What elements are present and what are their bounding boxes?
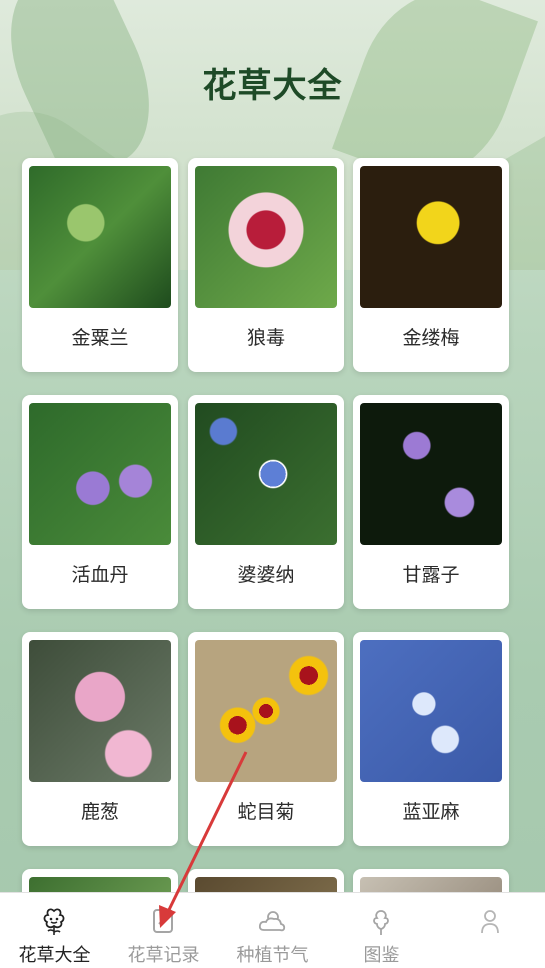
plant-card[interactable]: 金缕梅 (353, 158, 509, 372)
plant-name: 蛇目菊 (237, 801, 295, 823)
nav-tab-flower-encyclopedia[interactable]: 花草大全 (0, 893, 109, 968)
plant-name: 婆婆纳 (237, 564, 295, 586)
guide-icon (373, 910, 389, 935)
page-title: 花草大全 (202, 66, 343, 106)
profile-icon (481, 910, 499, 934)
plant-card[interactable]: 蛇目菊 (188, 632, 344, 846)
bottom-navigation: 花草大全 花草记录 种植节气 图鉴 (0, 892, 545, 968)
nav-label: 花草记录 (127, 945, 200, 966)
plant-image (29, 403, 171, 545)
plant-image (195, 640, 337, 782)
plant-name: 金缕梅 (402, 327, 460, 349)
nav-tab-profile[interactable] (436, 893, 545, 968)
plant-card[interactable]: 活血丹 (22, 395, 178, 609)
plant-card[interactable]: 狼毒 (188, 158, 344, 372)
plant-card[interactable]: 蓝亚麻 (353, 632, 509, 846)
nav-label: 花草大全 (18, 945, 91, 966)
plant-image (195, 403, 337, 545)
plant-name: 甘露子 (402, 564, 460, 586)
nav-label: 图鉴 (363, 945, 400, 966)
nav-tab-illustrated-guide[interactable]: 图鉴 (327, 893, 436, 968)
plant-name: 金粟兰 (71, 327, 129, 349)
plant-card[interactable]: 婆婆纳 (188, 395, 344, 609)
flower-icon (43, 908, 65, 935)
plant-name: 活血丹 (71, 564, 129, 586)
nav-tab-flower-records[interactable]: 花草记录 (109, 893, 218, 968)
plant-name: 蓝亚麻 (402, 801, 460, 823)
plant-card[interactable]: 金粟兰 (22, 158, 178, 372)
nav-label: 种植节气 (236, 945, 309, 966)
plant-image (360, 166, 502, 308)
plant-image (360, 403, 502, 545)
weather-icon (258, 911, 286, 932)
notebook-icon (153, 909, 173, 933)
plant-name: 狼毒 (246, 327, 285, 349)
plant-card[interactable]: 鹿葱 (22, 632, 178, 846)
nav-tab-planting-seasons[interactable]: 种植节气 (218, 893, 327, 968)
plant-image (360, 640, 502, 782)
plant-image (29, 640, 171, 782)
plant-name: 鹿葱 (80, 801, 119, 823)
plant-image (195, 166, 337, 308)
plant-image (29, 166, 171, 308)
plant-card[interactable]: 甘露子 (353, 395, 509, 609)
